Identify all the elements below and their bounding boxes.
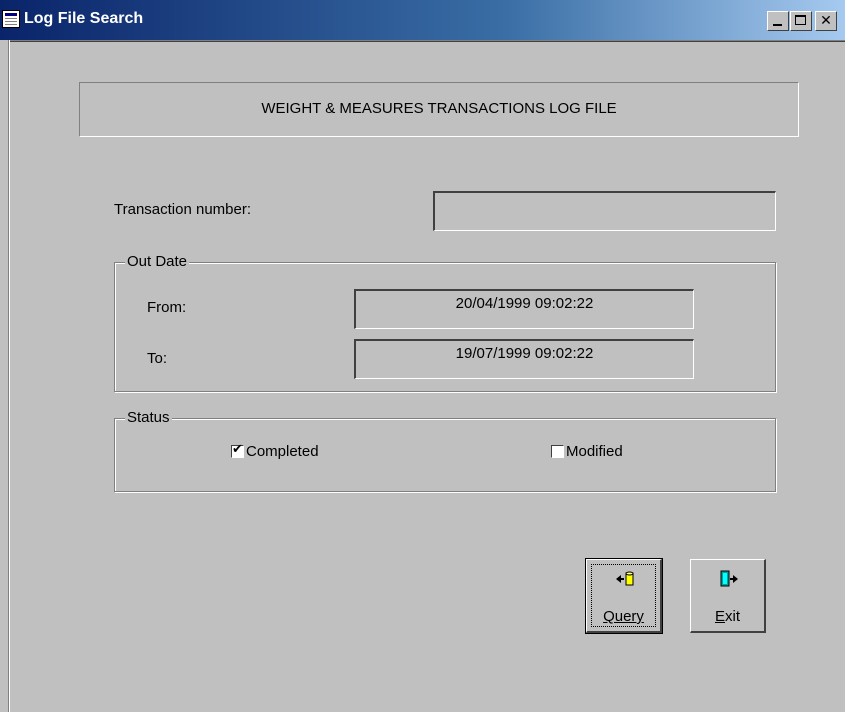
close-button[interactable]: ✕ [815,11,837,31]
client-frame-top [8,40,845,42]
modified-checkbox[interactable]: Modified [551,443,623,460]
out-date-legend: Out Date [125,253,190,270]
log-file-search-window: Log File Search ✕ WEIGHT & MEASURES TRAN… [0,0,845,712]
completed-checkbox-box[interactable]: ✔ [231,442,244,458]
banner-title: WEIGHT & MEASURES TRANSACTIONS LOG FILE [261,100,617,117]
window-title: Log File Search [24,10,144,27]
minimize-button[interactable] [767,11,789,31]
title-bar[interactable]: Log File Search ✕ [0,0,845,40]
maximize-button[interactable] [790,11,812,31]
query-button[interactable]: Query [585,558,663,634]
completed-checkbox[interactable]: ✔ Completed [231,442,319,460]
query-database-icon [616,571,634,586]
check-mark-icon: ✔ [232,442,243,457]
query-label-text: Query [603,608,644,625]
from-label: From: [147,299,187,316]
completed-label: Completed [246,443,319,460]
modified-label: Modified [566,443,623,460]
status-group: Status [114,409,776,492]
modified-checkbox-box[interactable] [551,445,564,458]
to-label: To: [147,350,168,367]
transaction-number-input[interactable] [433,191,776,231]
close-icon: ✕ [820,13,832,29]
header-banner: WEIGHT & MEASURES TRANSACTIONS LOG FILE [79,82,799,137]
status-legend: Status [125,409,172,426]
query-label: Query [587,608,660,625]
transaction-number-label: Transaction number: [114,201,252,218]
exit-door-icon [720,570,738,587]
from-date-input[interactable]: 20/04/1999 09:02:22 [354,289,694,329]
to-date-input[interactable]: 19/07/1999 09:02:22 [354,339,694,379]
client-frame-left [8,40,10,712]
exit-label: Exit [714,608,740,625]
window-app-icon[interactable] [2,10,20,28]
exit-button[interactable]: Exit [690,559,766,633]
